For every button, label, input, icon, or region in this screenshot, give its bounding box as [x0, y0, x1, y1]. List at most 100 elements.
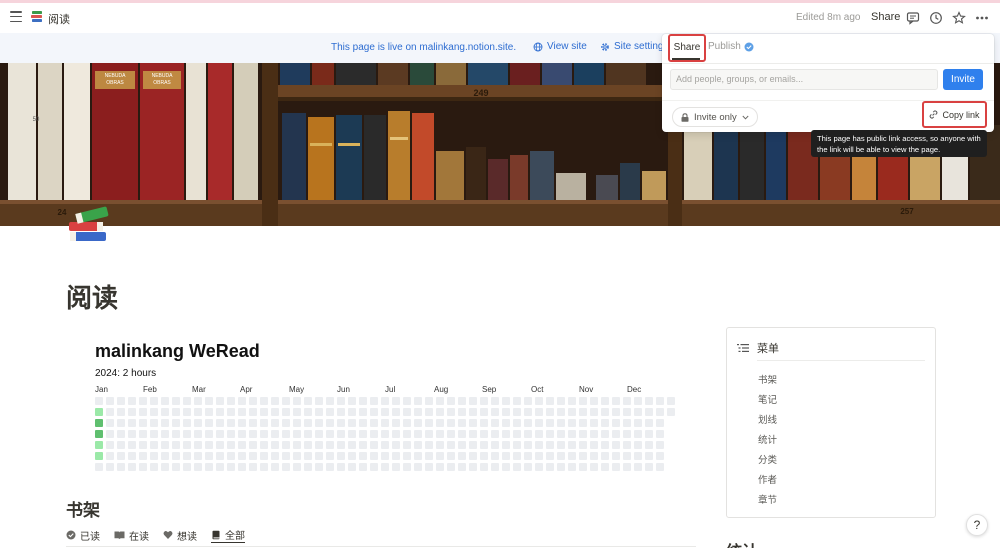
- heatmap-cell: [414, 397, 422, 405]
- heatmap-cell: [271, 408, 279, 416]
- tab-reading[interactable]: 在读: [114, 527, 149, 543]
- heatmap-cell: [95, 463, 103, 471]
- heatmap-cell: [513, 419, 521, 427]
- invite-input[interactable]: Add people, groups, or emails...: [670, 69, 938, 90]
- heatmap-cell: [403, 430, 411, 438]
- site-settings-link[interactable]: Site settings: [600, 41, 668, 52]
- heatmap-cell: [568, 452, 576, 460]
- month-label: Feb: [143, 385, 157, 394]
- heatmap-cell: [513, 408, 521, 416]
- heatmap-cell: [95, 419, 103, 427]
- heatmap-cell: [161, 463, 169, 471]
- help-button[interactable]: ?: [966, 514, 988, 536]
- toc-item[interactable]: 划线: [758, 412, 777, 426]
- heatmap-cell: [502, 463, 510, 471]
- toc-item[interactable]: 章节: [758, 492, 777, 506]
- copy-link-button[interactable]: Copy link: [922, 101, 987, 128]
- heatmap-cell: [150, 397, 158, 405]
- more-icon[interactable]: [975, 11, 989, 25]
- heatmap-cell: [656, 397, 664, 405]
- heatmap-cell: [414, 419, 422, 427]
- heatmap-cell: [612, 463, 620, 471]
- heatmap-cell: [117, 419, 125, 427]
- heatmap-cell: [667, 408, 675, 416]
- month-label: Jul: [385, 385, 396, 394]
- heatmap-cell: [634, 397, 642, 405]
- heatmap-cell: [568, 408, 576, 416]
- heatmap-cell: [326, 430, 334, 438]
- heatmap-cell: [469, 419, 477, 427]
- shelf-number: 249: [473, 88, 488, 98]
- month-label: Dec: [627, 385, 642, 394]
- heatmap-cell: [359, 397, 367, 405]
- heatmap-cell: [623, 441, 631, 449]
- comment-icon[interactable]: [906, 11, 920, 25]
- heatmap-cell: [359, 419, 367, 427]
- tab-read[interactable]: 已读: [66, 527, 100, 543]
- heatmap-cell: [623, 463, 631, 471]
- heatmap-cell: [480, 441, 488, 449]
- heatmap-cell: [557, 430, 565, 438]
- heatmap-cell: [304, 408, 312, 416]
- view-site-link[interactable]: View site: [533, 41, 587, 52]
- heatmap-cell: [293, 419, 301, 427]
- page-books-icon[interactable]: [66, 198, 114, 246]
- toc-item[interactable]: 笔记: [758, 392, 777, 406]
- heatmap-cell: [425, 430, 433, 438]
- tab-publish[interactable]: Publish: [708, 41, 754, 52]
- heatmap-cell: [161, 441, 169, 449]
- access-dropdown[interactable]: Invite only: [672, 107, 758, 127]
- heatmap-cell: [337, 397, 345, 405]
- heart-icon: [163, 531, 173, 539]
- heatmap-cell: [381, 408, 389, 416]
- heatmap-cell: [128, 463, 136, 471]
- invite-button[interactable]: Invite: [943, 69, 983, 90]
- popover-divider: [662, 63, 994, 64]
- heatmap-cell: [359, 452, 367, 460]
- month-label: Sep: [482, 385, 497, 394]
- heatmap-cell: [458, 419, 466, 427]
- heatmap-cell: [194, 430, 202, 438]
- heatmap-cell: [106, 452, 114, 460]
- heatmap-cell: [513, 430, 521, 438]
- tab-all[interactable]: 全部: [211, 527, 245, 543]
- copy-link-tooltip: This page has public link access, so any…: [811, 130, 987, 157]
- heatmap-cell: [579, 441, 587, 449]
- heatmap-cell: [623, 419, 631, 427]
- heatmap-cell: [447, 463, 455, 471]
- heatmap-cell: [150, 463, 158, 471]
- toc-item[interactable]: 统计: [758, 432, 777, 446]
- heatmap-cell: [95, 408, 103, 416]
- heatmap-cell: [502, 419, 510, 427]
- heatmap-cell: [359, 408, 367, 416]
- history-icon[interactable]: [929, 11, 943, 25]
- heatmap-cell: [491, 408, 499, 416]
- toc-item[interactable]: 书架: [758, 372, 777, 386]
- menu-icon[interactable]: [10, 11, 22, 23]
- heatmap-cell: [172, 452, 180, 460]
- page-title[interactable]: 阅读: [66, 278, 118, 315]
- share-button[interactable]: Share: [871, 11, 900, 23]
- heatmap-cell: [392, 408, 400, 416]
- heatmap-cell: [359, 441, 367, 449]
- tab-want[interactable]: 想读: [163, 527, 197, 543]
- toc-item[interactable]: 作者: [758, 472, 777, 486]
- heatmap-cell: [315, 408, 323, 416]
- heatmap-cell: [183, 397, 191, 405]
- star-icon[interactable]: [952, 11, 966, 25]
- breadcrumb[interactable]: 阅读: [48, 11, 70, 27]
- heatmap-cell: [348, 419, 356, 427]
- heatmap-cell: [403, 463, 411, 471]
- heatmap-cell: [326, 452, 334, 460]
- heatmap-cell: [469, 408, 477, 416]
- heatmap-cell: [414, 441, 422, 449]
- heatmap-cell: [249, 452, 257, 460]
- tab-publish-label: Publish: [708, 41, 741, 52]
- month-label: Jun: [337, 385, 350, 394]
- heatmap-cell: [436, 397, 444, 405]
- heatmap-cell: [667, 397, 675, 405]
- heatmap-cell: [502, 397, 510, 405]
- heatmap-cell: [645, 441, 653, 449]
- toc-item[interactable]: 分类: [758, 452, 777, 466]
- heatmap-cell: [425, 441, 433, 449]
